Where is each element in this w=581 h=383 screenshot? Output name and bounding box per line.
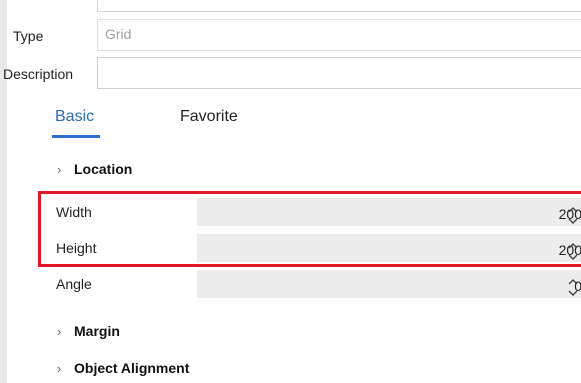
section-margin-label: Margin: [74, 323, 120, 339]
panel-left-border: [0, 0, 7, 383]
chevron-right-icon: ›: [57, 162, 62, 177]
tab-favorite[interactable]: Favorite: [180, 108, 238, 126]
highlight-box: [38, 191, 581, 267]
angle-input[interactable]: 0: [197, 270, 581, 298]
angle-label: Angle: [56, 276, 92, 292]
tab-basic[interactable]: Basic: [55, 108, 94, 126]
type-value: Grid: [105, 26, 132, 42]
type-label: Type: [13, 28, 44, 44]
chevron-down-icon[interactable]: [568, 285, 578, 296]
angle-row: Angle 0: [42, 268, 581, 300]
chevron-up-icon[interactable]: [568, 274, 578, 285]
description-input[interactable]: [97, 57, 581, 89]
chevron-right-icon: ›: [57, 324, 62, 339]
angle-spinner[interactable]: [563, 268, 581, 300]
type-field: Grid: [97, 19, 581, 51]
active-tab-indicator: [52, 135, 100, 138]
description-label: Description: [3, 66, 74, 82]
section-location-label: Location: [74, 161, 133, 177]
section-margin[interactable]: › Margin: [57, 323, 120, 339]
name-field[interactable]: [97, 0, 581, 12]
section-location[interactable]: › Location: [57, 161, 132, 177]
section-object-alignment-label: Object Alignment: [74, 360, 190, 376]
chevron-right-icon: ›: [57, 361, 62, 376]
section-object-alignment[interactable]: › Object Alignment: [57, 360, 189, 376]
